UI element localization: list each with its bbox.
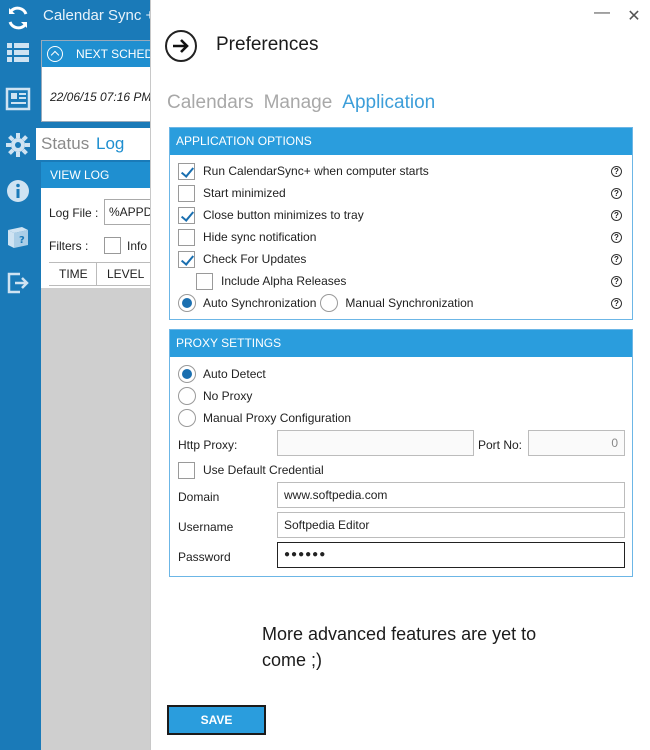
option-label: Include Alpha Releases <box>221 274 347 288</box>
option-close-to-tray[interactable]: Close button minimizes to tray <box>178 205 364 225</box>
proxy-settings-header: PROXY SETTINGS <box>170 330 632 357</box>
domain-label: Domain <box>178 490 220 504</box>
minimize-button[interactable]: — <box>593 4 611 22</box>
option-alpha-releases[interactable]: Include Alpha Releases <box>196 271 346 291</box>
username-label: Username <box>178 520 234 534</box>
arrow-right-icon <box>173 39 189 53</box>
sync-mode-group: Auto Synchronization Manual Synchronizat… <box>178 293 473 313</box>
proxy-manual[interactable]: Manual Proxy Configuration <box>178 408 351 428</box>
proxy-mode-label: No Proxy <box>203 389 253 403</box>
schedule-value: 22/06/15 07:16 PM <box>50 90 152 104</box>
run-at-startup-checkbox[interactable] <box>178 162 195 180</box>
option-label: Close button minimizes to tray <box>203 208 364 222</box>
password-label: Password <box>178 550 231 564</box>
info-filter-checkbox[interactable] <box>104 237 121 254</box>
http-proxy-label: Http Proxy: <box>178 438 238 452</box>
log-file-label: Log File : <box>49 206 99 220</box>
filters-label: Filters : <box>49 239 89 253</box>
no-proxy-radio[interactable] <box>178 387 196 405</box>
column-time[interactable]: TIME <box>49 263 97 285</box>
more-features-note: More advanced features are yet to come ;… <box>262 624 537 670</box>
schedule-header[interactable]: NEXT SCHEDULE <box>42 41 176 67</box>
start-minimized-checkbox[interactable] <box>178 184 195 202</box>
option-label: Start minimized <box>203 186 286 200</box>
port-input[interactable]: 0 <box>528 430 625 456</box>
port-label: Port No: <box>478 438 523 452</box>
application-options-header: APPLICATION OPTIONS <box>170 128 632 155</box>
default-credential-label: Use Default Credential <box>203 463 324 477</box>
auto-sync-radio[interactable] <box>178 294 196 312</box>
tab-calendars[interactable]: Calendars <box>167 92 254 114</box>
auto-detect-radio[interactable] <box>178 365 196 383</box>
option-start-minimized[interactable]: Start minimized <box>178 183 286 203</box>
preferences-panel: — ✕ Preferences Calendars Manage Applica… <box>150 0 650 750</box>
help-icon[interactable]: ? <box>611 188 622 199</box>
help-icon[interactable]: ? <box>611 166 622 177</box>
help-icon[interactable]: ? <box>611 298 622 309</box>
list-icon[interactable] <box>3 38 33 68</box>
log-table-header: TIME LEVEL <box>49 262 156 286</box>
auto-sync-label: Auto Synchronization <box>203 296 317 310</box>
tab-log[interactable]: Log <box>96 134 124 154</box>
default-credential-option[interactable]: Use Default Credential <box>178 460 324 480</box>
username-input[interactable]: Softpedia Editor <box>277 512 625 538</box>
help-icon[interactable]: ? <box>611 210 622 221</box>
manual-sync-radio[interactable] <box>320 294 339 312</box>
help-icon[interactable]: ? <box>611 276 622 287</box>
info-filter-label: Info <box>127 239 148 253</box>
exit-icon[interactable] <box>3 268 33 298</box>
view-log-header: VIEW LOG <box>41 162 156 188</box>
tab-status[interactable]: Status <box>41 134 89 154</box>
option-run-at-startup[interactable]: Run CalendarSync+ when computer starts <box>178 161 429 181</box>
default-credential-checkbox[interactable] <box>178 461 195 479</box>
tab-application[interactable]: Application <box>342 92 435 114</box>
option-label: Run CalendarSync+ when computer starts <box>203 164 429 178</box>
http-proxy-input[interactable] <box>277 430 474 456</box>
hide-notification-checkbox[interactable] <box>178 228 195 246</box>
gear-icon[interactable] <box>3 130 33 160</box>
alpha-releases-checkbox[interactable] <box>196 272 213 290</box>
proxy-auto-detect[interactable]: Auto Detect <box>178 364 266 384</box>
page-title: Preferences <box>216 34 319 55</box>
help-book-icon[interactable]: ? <box>3 222 33 252</box>
check-updates-checkbox[interactable] <box>178 250 195 268</box>
news-icon[interactable] <box>3 84 33 114</box>
domain-input[interactable]: www.softpedia.com <box>277 482 625 508</box>
help-icon[interactable]: ? <box>611 254 622 265</box>
app-title: Calendar Sync + <box>36 0 156 32</box>
collapse-icon[interactable] <box>47 46 63 62</box>
close-to-tray-checkbox[interactable] <box>178 206 195 224</box>
log-file-input[interactable]: %APPDATA% <box>104 199 156 225</box>
option-check-updates[interactable]: Check For Updates <box>178 249 306 269</box>
column-level[interactable]: LEVEL <box>97 263 156 285</box>
info-icon[interactable] <box>3 176 33 206</box>
preferences-tabs: Calendars Manage Application <box>167 92 445 114</box>
sync-icon[interactable] <box>3 3 33 33</box>
option-hide-notification[interactable]: Hide sync notification <box>178 227 316 247</box>
proxy-settings-section: PROXY SETTINGS Auto Detect No Proxy Manu… <box>169 329 633 577</box>
application-options-section: APPLICATION OPTIONS Run CalendarSync+ wh… <box>169 127 633 320</box>
back-button[interactable] <box>165 30 197 62</box>
password-input[interactable]: ●●●●●● <box>277 542 625 568</box>
manual-proxy-radio[interactable] <box>178 409 196 427</box>
tab-manage[interactable]: Manage <box>264 92 333 114</box>
proxy-mode-label: Manual Proxy Configuration <box>203 411 352 425</box>
sidebar-rail: ? <box>0 0 36 750</box>
close-button[interactable]: ✕ <box>625 6 643 25</box>
svg-text:?: ? <box>19 235 25 246</box>
proxy-none[interactable]: No Proxy <box>178 386 252 406</box>
option-label: Hide sync notification <box>203 230 317 244</box>
manual-sync-label: Manual Synchronization <box>345 296 474 310</box>
help-icon[interactable]: ? <box>611 232 622 243</box>
save-button[interactable]: SAVE <box>167 705 266 735</box>
proxy-mode-label: Auto Detect <box>203 367 266 381</box>
option-label: Check For Updates <box>203 252 307 266</box>
